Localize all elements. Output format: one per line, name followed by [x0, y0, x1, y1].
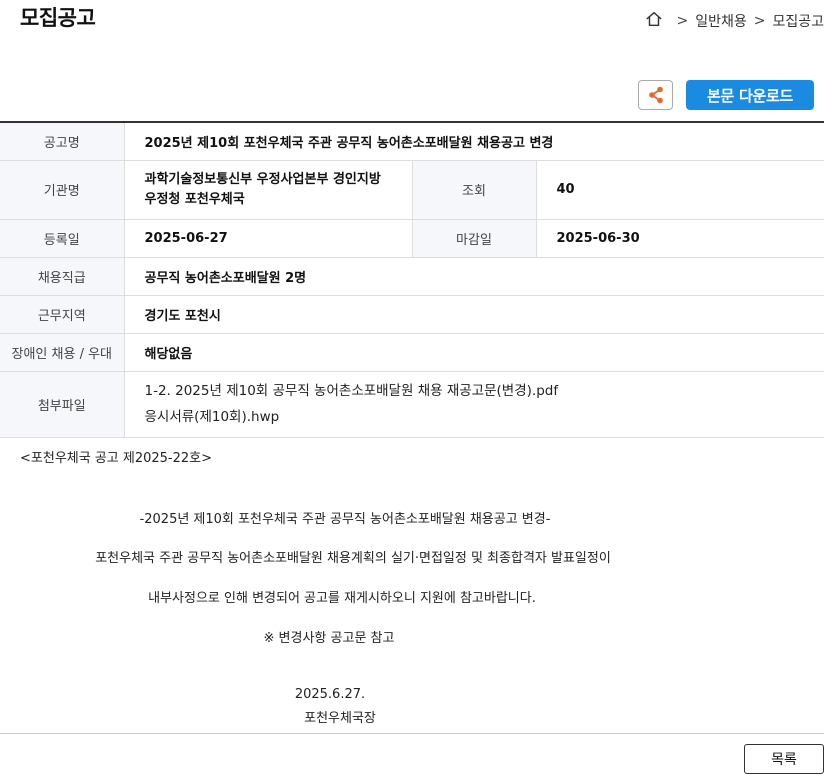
page-title: 모집공고 [20, 6, 96, 30]
table-row: 장애인 채용 / 우대 해당없음 [0, 333, 824, 372]
download-button[interactable]: 본문 다운로드 [686, 80, 814, 110]
views-label: 조회 [412, 160, 537, 220]
body-line-1: -2025년 제10회 포천우체국 주관 공무직 농어촌소포배달원 채용공고 변… [139, 512, 551, 527]
list-button[interactable]: 목록 [744, 744, 824, 774]
breadcrumb-separator: > [753, 13, 766, 29]
org-value: 과학기술정보통신부 우정사업본부 경인지방 우정청 포천우체국 [124, 160, 413, 220]
share-button[interactable] [638, 80, 673, 110]
notice-title-value: 2025년 제10회 포천우체국 주관 공무직 농어촌소포배달원 채용공고 변경 [124, 122, 824, 161]
region-label: 근무지역 [0, 295, 125, 334]
disability-value: 해당없음 [124, 333, 824, 372]
table-row: 근무지역 경기도 포천시 [0, 295, 824, 334]
disability-label: 장애인 채용 / 우대 [0, 333, 125, 372]
home-icon[interactable] [645, 10, 669, 32]
breadcrumb-item-general[interactable]: 일반채용 [695, 11, 747, 31]
region-value: 경기도 포천시 [124, 295, 824, 334]
body-signer: 포천우체국장 [304, 711, 376, 726]
table-row: 기관명 과학기술정보통신부 우정사업본부 경인지방 우정청 포천우체국 조회 4… [0, 160, 824, 220]
attachment-link-hwp[interactable]: 응시서류(제10회).hwp [145, 404, 824, 430]
position-value: 공무직 농어촌소포배달원 2명 [124, 257, 824, 296]
breadcrumb-item-notice[interactable]: 모집공고 [772, 11, 824, 31]
notice-info-table: 공고명 2025년 제10회 포천우체국 주관 공무직 농어촌소포배달원 채용공… [0, 121, 824, 438]
notice-number: <포천우체국 공고 제2025-22호> [20, 451, 213, 466]
org-label: 기관명 [0, 160, 125, 220]
reg-date-label: 등록일 [0, 219, 125, 258]
breadcrumb-separator: > [676, 13, 689, 29]
table-row: 공고명 2025년 제10회 포천우체국 주관 공무직 농어촌소포배달원 채용공… [0, 122, 824, 161]
toolbar: 본문 다운로드 [638, 80, 814, 110]
files-label: 첨부파일 [0, 371, 125, 438]
body-line-2: 포천우체국 주관 공무직 농어촌소포배달원 채용계획의 실기·면접일정 및 최종… [95, 551, 611, 566]
views-value: 40 [536, 160, 824, 220]
notice-title-label: 공고명 [0, 122, 125, 161]
body-line-3: 내부사정으로 인해 변경되어 공고를 재게시하오니 지원에 참고바랍니다. [148, 591, 536, 606]
files-value: 1-2. 2025년 제10회 공무직 농어촌소포배달원 채용 재공고문(변경)… [124, 371, 824, 438]
body-date: 2025.6.27. [294, 687, 366, 702]
position-label: 채용직급 [0, 257, 125, 296]
deadline-value: 2025-06-30 [536, 219, 824, 258]
divider [0, 733, 824, 734]
table-row: 등록일 2025-06-27 마감일 2025-06-30 [0, 219, 824, 258]
table-row: 채용직급 공무직 농어촌소포배달원 2명 [0, 257, 824, 296]
reg-date-value: 2025-06-27 [124, 219, 413, 258]
table-row: 첨부파일 1-2. 2025년 제10회 공무직 농어촌소포배달원 채용 재공고… [0, 371, 824, 438]
org-line-2: 우정청 포천우체국 [144, 191, 245, 207]
share-icon [648, 86, 663, 104]
deadline-label: 마감일 [412, 219, 537, 258]
body-line-4: ※ 변경사항 공고문 참고 [263, 631, 395, 646]
org-line-1: 과학기술정보통신부 우정사업본부 경인지방 [144, 171, 381, 187]
attachment-link-pdf[interactable]: 1-2. 2025년 제10회 공무직 농어촌소포배달원 채용 재공고문(변경)… [145, 378, 824, 404]
breadcrumb: > 일반채용 > 모집공고 [645, 10, 824, 32]
